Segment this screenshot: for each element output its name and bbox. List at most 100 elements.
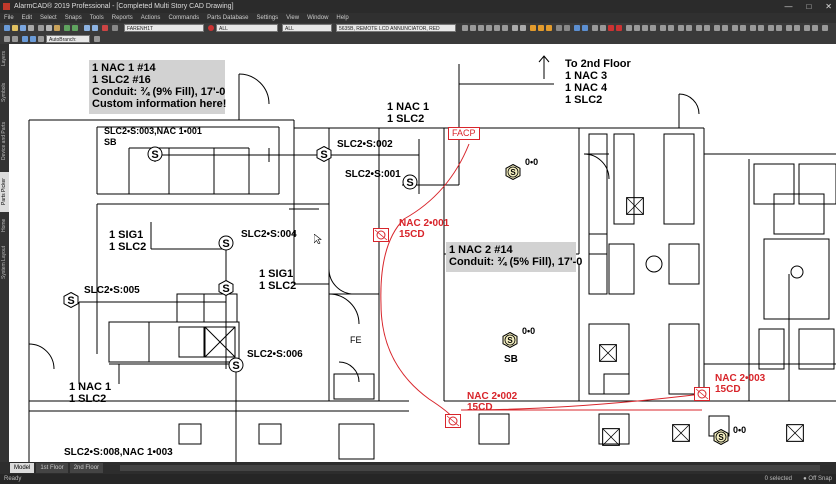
status-snap[interactable]: ● Off Snap xyxy=(803,474,832,484)
conduit-info-box-1[interactable]: 1 NAC 1 #14 1 SLC2 #16 Conduit: ¾ (9% Fi… xyxy=(89,60,226,114)
device-icon-24[interactable] xyxy=(732,25,738,31)
zoom-icon[interactable] xyxy=(84,25,90,31)
app-icon xyxy=(3,3,10,10)
tab-model[interactable]: Model xyxy=(10,463,35,473)
menu-tools[interactable]: Tools xyxy=(86,13,108,23)
tool-icon-4[interactable] xyxy=(486,25,492,31)
device-icon-25[interactable] xyxy=(740,25,746,31)
device-icon-10[interactable] xyxy=(608,25,614,31)
wire-icon[interactable] xyxy=(38,36,44,42)
device-icon-19[interactable] xyxy=(686,25,692,31)
branch-icon[interactable] xyxy=(22,36,28,42)
device-icon-28[interactable] xyxy=(768,25,774,31)
print-icon[interactable] xyxy=(28,25,34,31)
tab-system-layout[interactable]: System Layout xyxy=(0,238,9,286)
device-icon-30[interactable] xyxy=(786,25,792,31)
tool-icon-8[interactable] xyxy=(520,25,526,31)
menu-actions[interactable]: Actions xyxy=(137,13,165,23)
device-icon-33[interactable] xyxy=(812,25,818,31)
layer-color-icon[interactable] xyxy=(102,25,108,31)
device-icon-1[interactable] xyxy=(530,25,536,31)
device-icon-23[interactable] xyxy=(722,25,728,31)
paste-icon[interactable] xyxy=(54,25,60,31)
device-icon-21[interactable] xyxy=(704,25,710,31)
conduit-info-box-2[interactable]: 1 NAC 2 #14 Conduit: ¾ (5% Fill), 17'-0 xyxy=(446,242,582,272)
layer-select[interactable]: FARENH1T xyxy=(124,24,204,32)
device-icon-34[interactable] xyxy=(822,25,828,31)
menu-file[interactable]: File xyxy=(0,13,18,23)
part-select[interactable]: 5635B, REMOTE LCD ANNUNCIATOR, RED xyxy=(336,24,456,32)
layer-manager-icon[interactable] xyxy=(112,25,118,31)
device-icon-16[interactable] xyxy=(660,25,666,31)
device-icon-11[interactable] xyxy=(616,25,622,31)
device-icon-20[interactable] xyxy=(696,25,702,31)
device-icon-15[interactable] xyxy=(650,25,656,31)
menu-reports[interactable]: Reports xyxy=(108,13,137,23)
device-icon-18[interactable] xyxy=(678,25,684,31)
menu-parts-database[interactable]: Parts Database xyxy=(203,13,252,23)
stop-icon[interactable] xyxy=(208,25,214,31)
copy-icon[interactable] xyxy=(46,25,52,31)
device-icon-27[interactable] xyxy=(758,25,764,31)
close-button[interactable]: ✕ xyxy=(825,0,832,13)
menu-window[interactable]: Window xyxy=(303,13,332,23)
ortho-icon[interactable] xyxy=(12,36,18,42)
filter-select[interactable]: ALL xyxy=(216,24,278,32)
device-icon-22[interactable] xyxy=(714,25,720,31)
device-icon-4[interactable] xyxy=(556,25,562,31)
device-icon-2[interactable] xyxy=(538,25,544,31)
device-icon-26[interactable] xyxy=(750,25,756,31)
device-icon-31[interactable] xyxy=(794,25,800,31)
save-icon[interactable] xyxy=(20,25,26,31)
settings-icon[interactable] xyxy=(94,36,100,42)
device-icon-14[interactable] xyxy=(642,25,648,31)
menu-edit[interactable]: Edit xyxy=(18,13,36,23)
cut-icon[interactable] xyxy=(38,25,44,31)
menu-commands[interactable]: Commands xyxy=(164,13,203,23)
maximize-button[interactable]: □ xyxy=(806,0,811,13)
device-icon-13[interactable] xyxy=(634,25,640,31)
facp-panel[interactable]: FACP xyxy=(448,127,480,140)
device-icon-8[interactable] xyxy=(592,25,598,31)
device-icon-32[interactable] xyxy=(804,25,810,31)
drawing-canvas[interactable]: S S S xyxy=(9,44,836,462)
horizontal-scrollbar[interactable] xyxy=(120,465,820,471)
snap-icon[interactable] xyxy=(4,36,10,42)
autobranch-select[interactable]: AutoBranch: NONE xyxy=(46,35,90,51)
tool-icon-5[interactable] xyxy=(494,25,500,31)
tab-layers[interactable]: Layers xyxy=(0,44,9,72)
tab-device-and-parts[interactable]: Device and Parts xyxy=(0,112,9,170)
redo-icon[interactable] xyxy=(72,25,78,31)
device-icon-6[interactable] xyxy=(574,25,580,31)
label-slc2-004: SLC2•S:004 xyxy=(241,229,297,240)
tab-home[interactable]: Home xyxy=(0,214,9,236)
tab-1st-floor[interactable]: 1st Floor xyxy=(36,463,68,473)
route-icon[interactable] xyxy=(30,36,36,42)
minimize-button[interactable]: — xyxy=(784,0,792,13)
tool-icon-1[interactable] xyxy=(462,25,468,31)
device-icon-12[interactable] xyxy=(626,25,632,31)
device-icon-5[interactable] xyxy=(564,25,570,31)
tool-icon-7[interactable] xyxy=(512,25,518,31)
tab-parts-picker[interactable]: Parts Picker xyxy=(0,172,9,212)
new-icon[interactable] xyxy=(4,25,10,31)
pan-icon[interactable] xyxy=(92,25,98,31)
open-icon[interactable] xyxy=(12,25,18,31)
tab-2nd-floor[interactable]: 2nd Floor xyxy=(69,463,104,473)
tool-icon-3[interactable] xyxy=(478,25,484,31)
device-icon-3[interactable] xyxy=(546,25,552,31)
menu-select[interactable]: Select xyxy=(36,13,61,23)
device-icon-17[interactable] xyxy=(668,25,674,31)
tool-icon-6[interactable] xyxy=(502,25,508,31)
layer2-select[interactable]: ALL xyxy=(282,24,332,32)
menu-view[interactable]: View xyxy=(282,13,303,23)
menu-help[interactable]: Help xyxy=(332,13,352,23)
device-icon-9[interactable] xyxy=(600,25,606,31)
menu-settings[interactable]: Settings xyxy=(252,13,282,23)
menu-snaps[interactable]: Snaps xyxy=(61,13,86,23)
device-icon-7[interactable] xyxy=(582,25,588,31)
undo-icon[interactable] xyxy=(64,25,70,31)
tab-symbols[interactable]: Symbols xyxy=(0,74,9,110)
device-icon-29[interactable] xyxy=(776,25,782,31)
tool-icon-2[interactable] xyxy=(470,25,476,31)
